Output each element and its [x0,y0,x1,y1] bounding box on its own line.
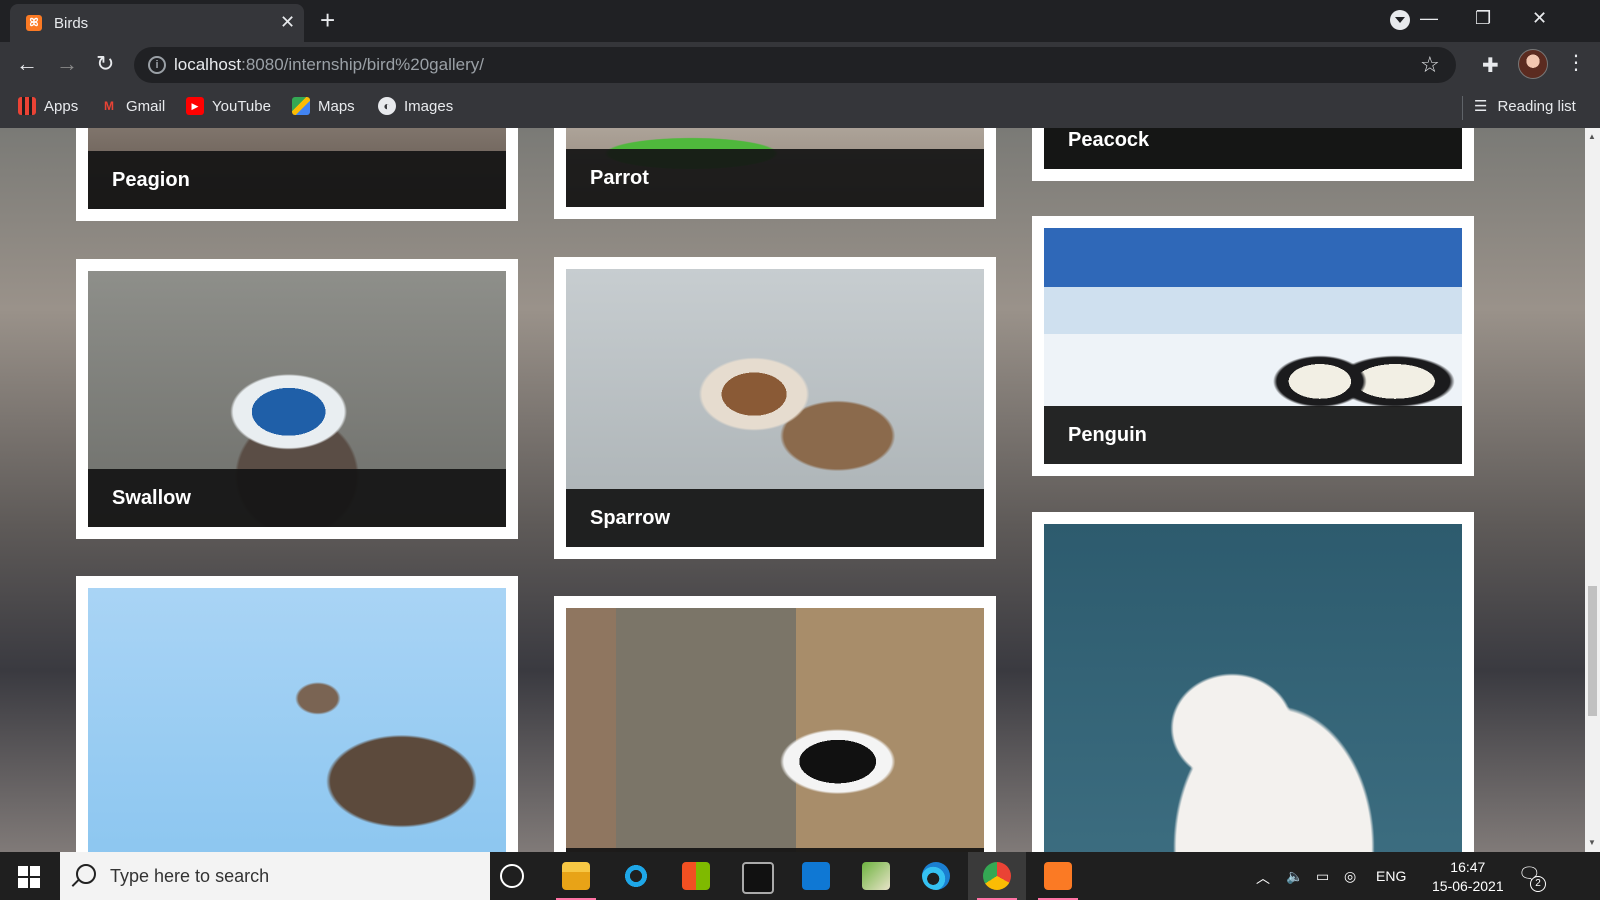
window-close-icon[interactable]: ✕ [1532,8,1547,29]
forward-icon[interactable]: → [56,52,78,76]
show-hidden-icons[interactable]: ︿ [1256,868,1270,888]
card-label: Parrot [590,167,649,189]
language-indicator[interactable]: ENG [1376,868,1406,884]
bookmark-label: Maps [318,97,355,115]
page-viewport: Peagion Swallow Parrot Sparrow Peacock P… [0,128,1585,852]
maps-icon [292,97,310,115]
bookmark-images[interactable]: ◐ Images [378,97,453,115]
terminal-icon[interactable] [742,862,774,894]
bookmark-label: YouTube [212,97,271,115]
extensions-icon[interactable]: ✚ [1482,53,1499,78]
bookmark-gmail[interactable]: M Gmail [100,97,165,115]
xampp-icon[interactable] [1044,862,1072,890]
page-scrollbar[interactable]: ▲ ▼ [1585,128,1600,852]
tab-search-button[interactable] [1390,10,1410,30]
bookmark-label: Apps [44,97,79,115]
windows-taskbar: Type here to search ︿ 🔈 ▭ ◎ ENG 16:47 15… [0,852,1600,900]
close-tab-icon[interactable]: ✕ [280,12,295,33]
youtube-icon: ▶ [186,97,204,115]
gallery-card-peacock[interactable]: Peacock [1032,128,1474,181]
card-caption: Peacock [1044,128,1462,169]
internet-explorer-icon[interactable] [622,862,650,890]
windows-start-icon[interactable] [18,866,40,888]
swan-image [1044,524,1462,852]
card-caption: Parrot [566,149,984,207]
gallery-card-peagion[interactable]: Peagion [76,128,518,221]
bookmark-apps[interactable]: Apps [18,97,78,115]
card-caption: Sparrow [566,489,984,547]
back-icon[interactable]: ← [16,52,38,76]
chrome-icon[interactable] [983,862,1011,890]
scroll-up-icon[interactable]: ▲ [1588,132,1596,141]
mail-icon[interactable] [802,862,830,890]
restore-icon[interactable]: ❐ [1475,8,1491,29]
clock-time: 16:47 [1450,859,1486,875]
reload-icon[interactable]: ↻ [96,52,114,76]
url-path: :8080/internship/bird%20gallery/ [241,55,484,74]
gallery-card-swan[interactable] [1032,512,1474,852]
battery-icon[interactable]: ▭ [1316,868,1329,885]
bookmark-label: Gmail [126,97,166,115]
scroll-down-icon[interactable]: ▼ [1588,838,1596,847]
search-icon [76,864,96,884]
cortana-icon[interactable] [500,864,524,888]
reading-list-button[interactable]: ☰ Reading list [1474,97,1576,116]
gallery-card-vulture[interactable] [76,576,518,852]
network-globe-icon[interactable]: ◎ [1344,868,1356,885]
notification-badge: 2 [1530,876,1546,892]
apps-grid-icon [18,97,36,115]
globe-icon: ◐ [378,97,396,115]
taskbar-clock[interactable]: 16:47 15-06-2021 [1432,858,1504,896]
tab-title: Birds [54,15,89,32]
card-caption: Penguin [1044,406,1462,464]
card-label: Sparrow [590,507,671,529]
reading-list-label: Reading list [1497,97,1576,115]
separator [1462,96,1463,120]
bookmark-youtube[interactable]: ▶ YouTube [186,97,271,115]
microsoft-store-icon[interactable] [682,862,710,890]
gallery-card-parrot[interactable]: Parrot [554,128,996,219]
card-label: Peagion [112,169,190,191]
gallery-card-penguin[interactable]: Penguin [1032,216,1474,476]
url-text[interactable]: localhost:8080/internship/bird%20gallery… [174,55,484,75]
bookmark-star-icon[interactable]: ☆ [1420,52,1440,78]
woodpecker-image [566,608,984,852]
volume-icon[interactable]: 🔈 [1286,868,1303,885]
clock-date: 15-06-2021 [1432,878,1504,894]
reading-list-icon: ☰ [1474,98,1488,115]
browser-toolbar: ← → ↻ i localhost:8080/internship/bird%2… [0,42,1600,88]
vulture-image [88,588,506,852]
notepad-icon[interactable] [862,862,890,890]
tab-strip: ꕤ Birds ✕ + — ❐ ✕ [0,0,1600,42]
search-placeholder: Type here to search [110,866,270,886]
scrollbar-thumb[interactable] [1588,586,1597,716]
bookmark-label: Images [404,97,454,115]
card-caption: Swallow [88,469,506,527]
bookmarks-bar: Apps M Gmail ▶ YouTube Maps ◐ Images ☰ R… [0,88,1600,129]
tab-birds[interactable]: ꕤ Birds ✕ [10,4,304,42]
gallery-card-swallow[interactable]: Swallow [76,259,518,539]
card-label: Peacock [1068,129,1150,151]
xampp-icon: ꕤ [26,15,42,31]
card-label: Penguin [1068,424,1147,446]
gmail-icon: M [104,99,114,113]
url-host: localhost [174,55,242,74]
gallery-card-sparrow[interactable]: Sparrow [554,257,996,559]
file-explorer-icon[interactable] [562,862,590,890]
gallery-card-woodpecker[interactable] [554,596,996,852]
site-info-icon[interactable]: i [148,56,166,74]
address-bar[interactable]: i localhost:8080/internship/bird%20galle… [134,47,1456,83]
minimize-icon[interactable]: — [1420,8,1438,29]
bookmark-maps[interactable]: Maps [292,97,355,115]
profile-avatar[interactable] [1518,49,1548,79]
card-caption: Peagion [88,151,506,209]
new-tab-button[interactable]: + [320,6,335,34]
chrome-menu-icon[interactable]: ⋮ [1566,50,1586,75]
taskbar-search-box[interactable]: Type here to search [60,852,490,900]
edge-icon[interactable] [922,862,950,890]
card-label: Swallow [112,487,191,509]
